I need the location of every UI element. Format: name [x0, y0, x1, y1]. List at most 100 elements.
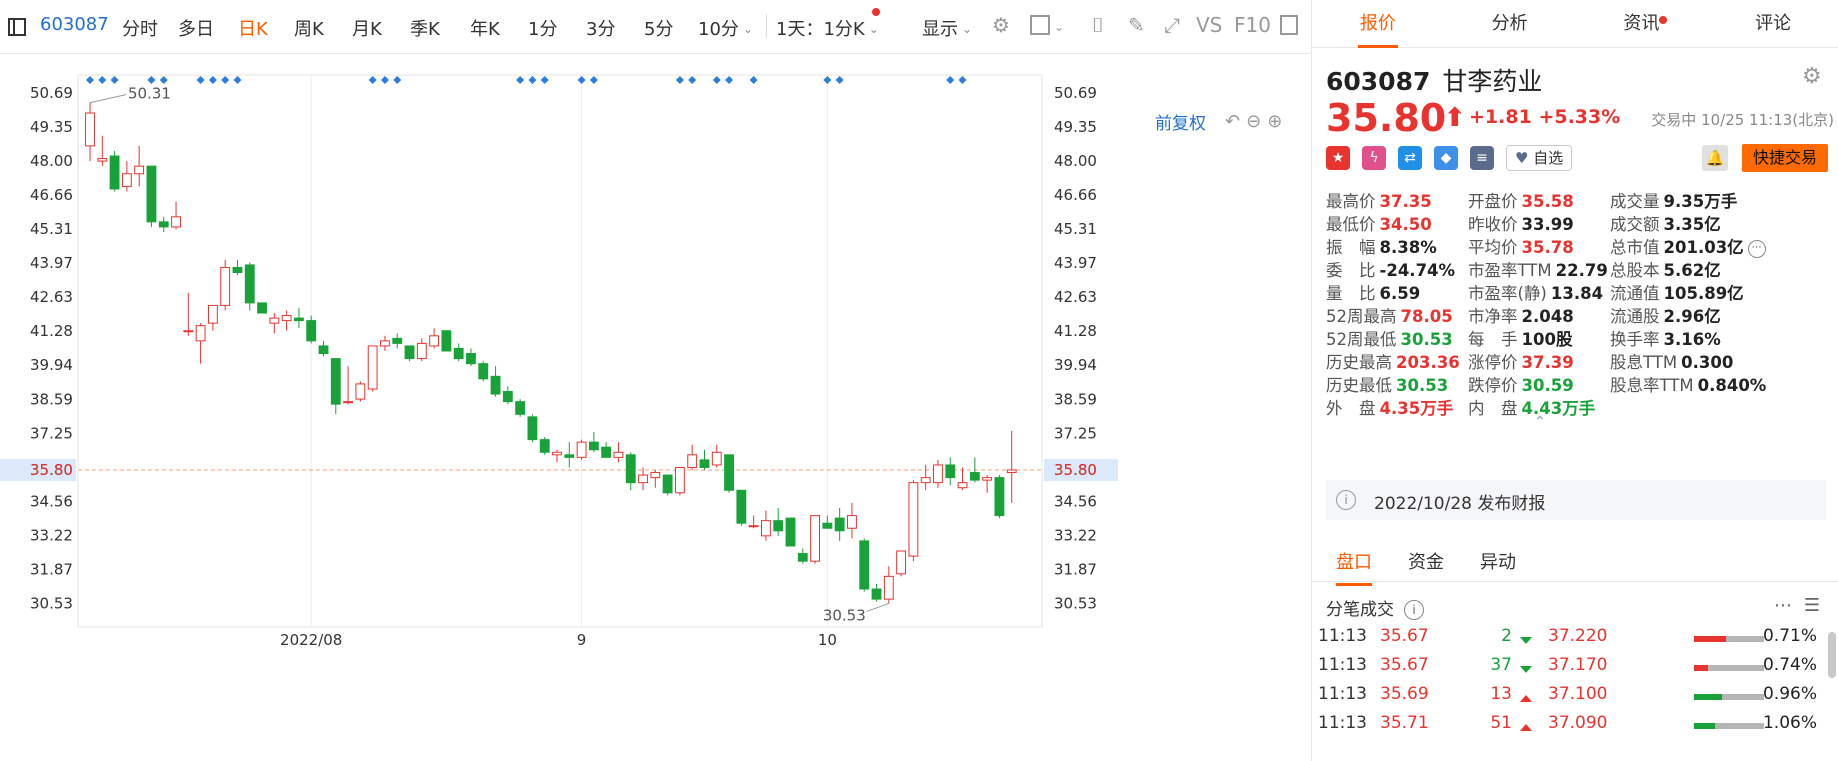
event-marker-icon	[516, 76, 525, 84]
add-favorite-button[interactable]: ♥ 自选	[1506, 145, 1573, 171]
tab-order-book[interactable]: 盘口	[1336, 548, 1372, 586]
candle-down	[994, 477, 1005, 517]
period-select[interactable]: 1天：1分K ⌄	[776, 15, 879, 41]
tab-comments[interactable]: 评论	[1707, 0, 1838, 47]
tab-yearly-k[interactable]: 年K	[470, 15, 500, 41]
candle-down	[822, 522, 833, 529]
tick-list-scrollbar[interactable]	[1828, 632, 1836, 678]
toolbar-divider	[766, 14, 767, 38]
info-icon[interactable]: i	[1404, 600, 1424, 620]
stat-label: 52周最高	[1326, 307, 1397, 326]
candle-up	[207, 304, 218, 324]
stat-label: 总市值	[1610, 238, 1660, 257]
stat-value: 30.53	[1396, 376, 1449, 395]
candle-down	[588, 441, 599, 451]
gear-icon[interactable]: ⚙	[1802, 64, 1822, 89]
pencil-icon[interactable]: ✎	[1128, 13, 1145, 37]
panel-toggle-icon[interactable]	[1280, 15, 1298, 35]
candle-down	[478, 363, 489, 380]
undo-icon[interactable]: ↶	[1225, 111, 1246, 132]
tab-5min[interactable]: 5分	[644, 15, 673, 41]
vs-button[interactable]: VS	[1196, 13, 1222, 37]
stat-value: 8.38%	[1379, 238, 1437, 257]
tab-quote[interactable]: 报价	[1312, 0, 1444, 48]
stat-cell: 最高价 37.35	[1326, 188, 1432, 212]
stat-label: 振 幅	[1326, 238, 1376, 257]
settings-icon[interactable]: ⚙	[992, 13, 1010, 37]
bell-icon[interactable]: 🔔	[1702, 145, 1728, 171]
more-icon[interactable]: ⋯	[1747, 239, 1766, 258]
stat-label: 市盈率TTM	[1468, 261, 1552, 280]
stat-cell: 市净率 2.048	[1468, 303, 1574, 327]
quick-trade-button[interactable]: 快捷交易	[1742, 144, 1828, 172]
candle-down	[625, 454, 636, 484]
y-tick-label-left: 34.56	[30, 492, 73, 510]
stat-label: 市盈率(静)	[1468, 284, 1547, 303]
y-tick-label-left: 48.00	[30, 152, 73, 170]
low-pointer	[866, 602, 889, 612]
ratio-bar	[1694, 723, 1764, 729]
chart-zoom-tools[interactable]: ↶⊖⊕	[1225, 111, 1288, 132]
checkbox-icon[interactable]	[1030, 15, 1050, 35]
tick-percent: 0.96%	[1762, 684, 1817, 704]
tab-news[interactable]: 资讯	[1576, 0, 1708, 47]
tick-price: 35.71	[1380, 713, 1429, 733]
stock-code: 603087	[1326, 67, 1431, 96]
tab-10min[interactable]: 10分 ⌄	[698, 15, 753, 41]
event-marker-icon	[393, 76, 402, 84]
collapse-icon[interactable]: ⌃	[1534, 414, 1546, 430]
tab-1min[interactable]: 1分	[528, 15, 557, 41]
tab-weekly-k[interactable]: 周K	[294, 15, 324, 41]
display-select[interactable]: 显示 ⌄	[922, 15, 972, 41]
tab-duori[interactable]: 多日	[178, 15, 214, 41]
tab-3min[interactable]: 3分	[586, 15, 615, 41]
camera-icon[interactable]: ⌷	[1092, 13, 1104, 37]
event-marker-icon	[98, 76, 107, 84]
tab-capital[interactable]: 资金	[1408, 548, 1444, 574]
adjust-mode-label[interactable]: 前复权	[1155, 109, 1206, 134]
f10-button[interactable]: F10	[1234, 13, 1271, 37]
zoom-out-icon[interactable]: ⊖	[1246, 111, 1267, 132]
y-tick-label-right: 34.56	[1054, 492, 1097, 510]
earnings-notice[interactable]: i 2022/10/28 发布财报	[1326, 480, 1826, 520]
list-icon[interactable]: ☰	[1804, 595, 1832, 616]
event-marker-icon	[958, 76, 967, 84]
lightning-icon[interactable]: ϟ	[1362, 146, 1386, 170]
stock-code-link[interactable]: 603087	[40, 14, 109, 35]
zoom-in-icon[interactable]: ⊕	[1267, 111, 1288, 132]
sidebar-toggle-icon[interactable]	[8, 18, 26, 36]
tick-trades-label: 分笔成交	[1326, 600, 1394, 620]
tag-icon[interactable]: ◆	[1434, 146, 1458, 170]
kline-chart[interactable]: 50.69 50.69 49.35 49.35 48.00 48.00 46.66 46.66…	[0, 55, 1310, 761]
stock-tag-icons: ★ ϟ ⇄ ◆ ≡ ♥ 自选	[1326, 145, 1573, 171]
stat-label: 涨停价	[1468, 353, 1518, 372]
kline-chart-canvas[interactable]: 50.69 50.69 49.35 49.35 48.00 48.00 46.66 46.66…	[0, 55, 1310, 761]
chart-toolbar: 603087 分时 多日 日K 周K 月K 季K 年K 1分 3分 5分 10分…	[0, 0, 1310, 54]
stat-value: 4.43万手	[1521, 399, 1596, 418]
tab-fenshi[interactable]: 分时	[122, 15, 158, 41]
tab-daily-k[interactable]: 日K	[238, 15, 268, 41]
tab-monthly-k[interactable]: 月K	[352, 15, 382, 41]
tab-movement[interactable]: 异动	[1480, 548, 1516, 574]
document-icon[interactable]: ≡	[1470, 146, 1494, 170]
china-flag-icon[interactable]: ★	[1326, 146, 1350, 170]
event-marker-icon	[380, 76, 389, 84]
tab-quarterly-k[interactable]: 季K	[410, 15, 440, 41]
tab-analysis[interactable]: 分析	[1444, 0, 1576, 47]
candle-down	[466, 353, 476, 365]
tick-volume: 13	[1490, 684, 1512, 704]
candle-down	[785, 517, 796, 547]
stat-cell: 历史最高 203.36	[1326, 349, 1460, 373]
y-tick-label-left: 37.25	[30, 424, 73, 442]
ratio-bar	[1694, 636, 1764, 642]
shuffle-icon[interactable]: ⇄	[1398, 146, 1422, 170]
tick-time: 11:13	[1318, 626, 1367, 646]
event-marker-icon	[368, 76, 377, 84]
fullscreen-icon[interactable]: ⤢	[1164, 13, 1180, 37]
chevron-down-icon[interactable]: ⌄	[1054, 20, 1064, 34]
quote-panel: 报价 分析 资讯 评论 603087 甘李药业 ⚙ 35.80 ⬆ +1.81 +…	[1311, 0, 1838, 761]
more-icon[interactable]: ⋯	[1774, 595, 1804, 616]
y-tick-label-right: 49.35	[1054, 118, 1097, 136]
candle-down	[330, 358, 341, 405]
arrow-up-icon: ⬆	[1444, 103, 1466, 133]
